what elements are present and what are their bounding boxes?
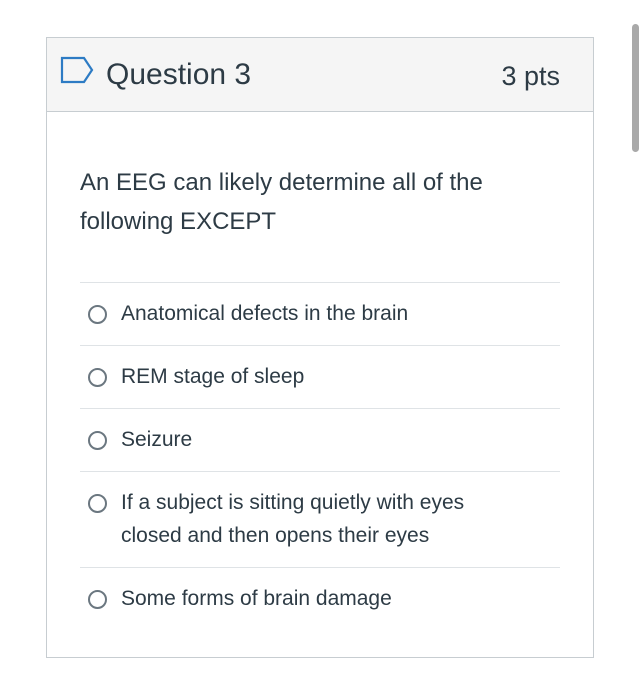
question-text: An EEG can likely determine all of the f… [80,169,483,235]
answer-list: Anatomical defects in the brain REM stag… [80,282,560,630]
answer-label[interactable]: REM stage of sleep [121,360,511,393]
radio-button-icon[interactable] [88,305,107,324]
answer-label[interactable]: If a subject is sitting quietly with eye… [121,486,511,552]
vertical-scrollbar[interactable] [632,24,639,152]
answer-option[interactable]: If a subject is sitting quietly with eye… [80,472,560,568]
answer-option[interactable]: REM stage of sleep [80,346,560,409]
radio-button-icon[interactable] [88,431,107,450]
answer-label[interactable]: Anatomical defects in the brain [121,297,511,330]
question-card: Question 3 3 pts An EEG can likely deter… [46,37,594,658]
question-header: Question 3 3 pts [47,38,593,112]
question-points: 3 pts [501,61,560,91]
question-title: Question 3 [106,58,252,91]
answer-option[interactable]: Anatomical defects in the brain [80,283,560,346]
radio-button-icon[interactable] [88,368,107,387]
answer-option[interactable]: Some forms of brain damage [80,568,560,630]
radio-button-icon[interactable] [88,590,107,609]
answer-label[interactable]: Some forms of brain damage [121,582,511,615]
answer-option[interactable]: Seizure [80,409,560,472]
question-body: An EEG can likely determine all of the f… [47,112,593,630]
radio-button-icon[interactable] [88,494,107,513]
flag-question-icon[interactable] [60,56,94,84]
answer-label[interactable]: Seizure [121,423,511,456]
